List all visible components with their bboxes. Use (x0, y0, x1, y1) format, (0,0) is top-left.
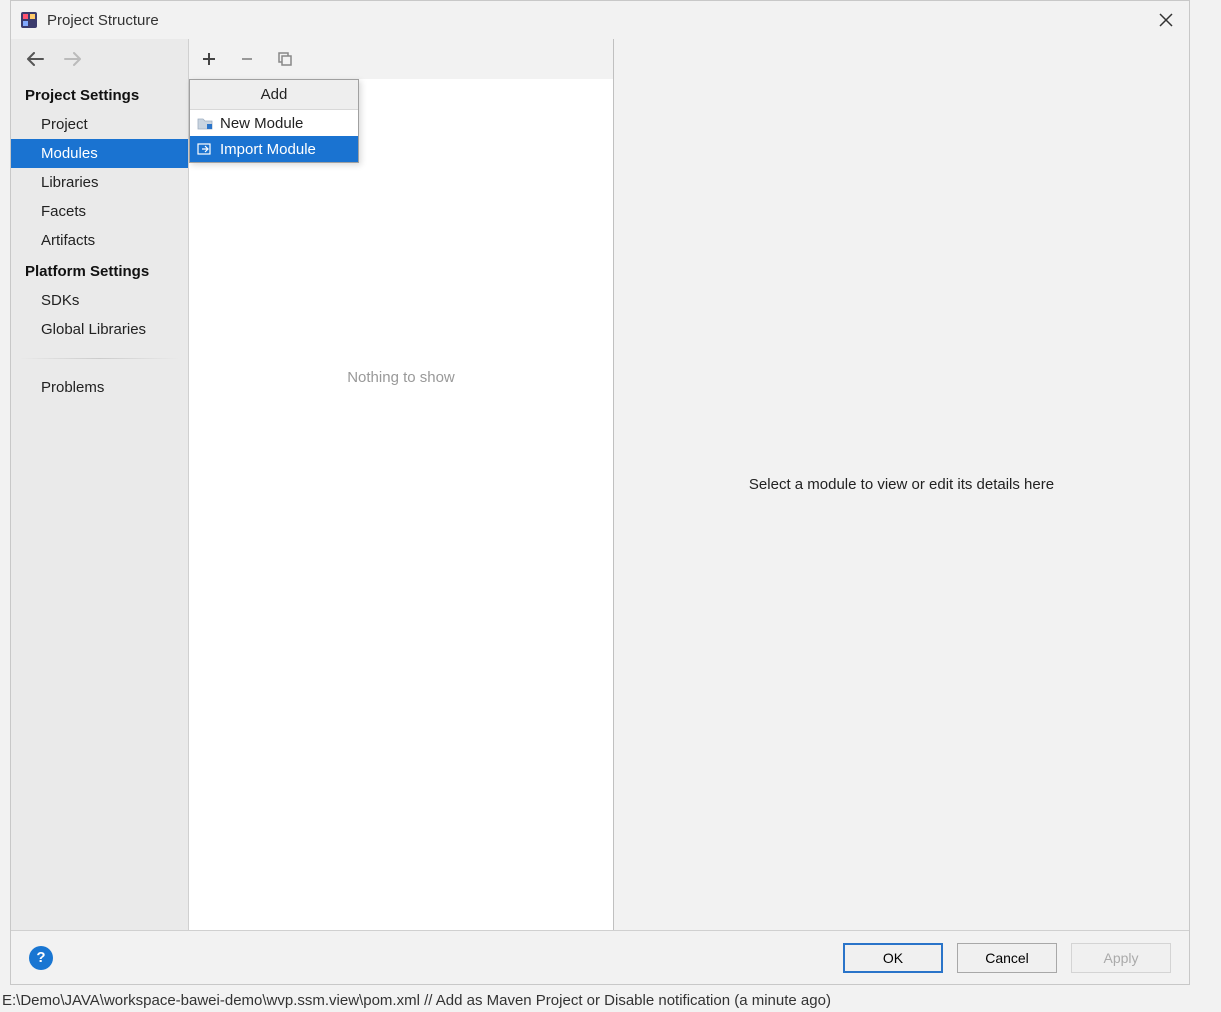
sidebar-item-problems[interactable]: Problems (11, 373, 188, 402)
add-button[interactable] (199, 49, 219, 69)
modules-toolbar (189, 39, 613, 79)
help-icon: ? (36, 949, 45, 966)
footer-buttons: OK Cancel Apply (843, 943, 1171, 973)
details-pane: Select a module to view or edit its deta… (614, 39, 1189, 930)
arrow-left-icon (26, 52, 44, 66)
dialog-body: Project Settings Project Modules Librari… (11, 39, 1189, 930)
folder-icon (196, 114, 214, 132)
modules-pane: Nothing to show Add New Module (189, 39, 614, 930)
empty-state-text: Nothing to show (347, 369, 455, 386)
copy-icon (277, 51, 293, 67)
menu-item-label: New Module (220, 115, 303, 132)
apply-button: Apply (1071, 943, 1171, 973)
remove-button[interactable] (237, 49, 257, 69)
sidebar-item-artifacts[interactable]: Artifacts (11, 226, 188, 255)
sidebar-item-facets[interactable]: Facets (11, 197, 188, 226)
ok-button[interactable]: OK (843, 943, 943, 973)
nav-back-button[interactable] (25, 49, 45, 69)
window-title: Project Structure (47, 12, 1151, 29)
details-hint: Select a module to view or edit its deta… (749, 476, 1054, 493)
import-icon (196, 140, 214, 158)
cancel-button[interactable]: Cancel (957, 943, 1057, 973)
ide-status-bar: E:\Demo\JAVA\workspace-bawei-demo\wvp.ss… (0, 988, 1221, 1012)
close-button[interactable] (1151, 5, 1181, 35)
sidebar-item-global-libraries[interactable]: Global Libraries (11, 315, 188, 344)
sidebar-item-project[interactable]: Project (11, 110, 188, 139)
arrow-right-icon (64, 52, 82, 66)
minus-icon (240, 52, 254, 66)
help-button[interactable]: ? (29, 946, 53, 970)
sidebar-item-sdks[interactable]: SDKs (11, 286, 188, 315)
copy-button[interactable] (275, 49, 295, 69)
sidebar-item-libraries[interactable]: Libraries (11, 168, 188, 197)
sidebar-item-modules[interactable]: Modules (11, 139, 188, 168)
sidebar-header-project-settings: Project Settings (11, 79, 188, 110)
menu-item-import-module[interactable]: Import Module (190, 136, 358, 162)
plus-icon (202, 52, 216, 66)
modules-list: Nothing to show (189, 79, 613, 930)
titlebar: Project Structure (11, 1, 1189, 39)
project-structure-dialog: Project Structure (10, 0, 1190, 985)
menu-item-new-module[interactable]: New Module (190, 110, 358, 136)
status-text: E:\Demo\JAVA\workspace-bawei-demo\wvp.ss… (2, 992, 831, 1009)
close-icon (1159, 13, 1173, 27)
dialog-footer: ? OK Cancel Apply (11, 930, 1189, 984)
sidebar: Project Settings Project Modules Librari… (11, 39, 189, 930)
dropdown-header: Add (190, 80, 358, 110)
sidebar-header-platform-settings: Platform Settings (11, 255, 188, 286)
app-icon (19, 10, 39, 30)
add-dropdown-menu: Add New Module (189, 79, 359, 163)
menu-item-label: Import Module (220, 141, 316, 158)
nav-arrows (11, 39, 188, 79)
nav-forward-button[interactable] (63, 49, 83, 69)
sidebar-divider (19, 358, 180, 359)
